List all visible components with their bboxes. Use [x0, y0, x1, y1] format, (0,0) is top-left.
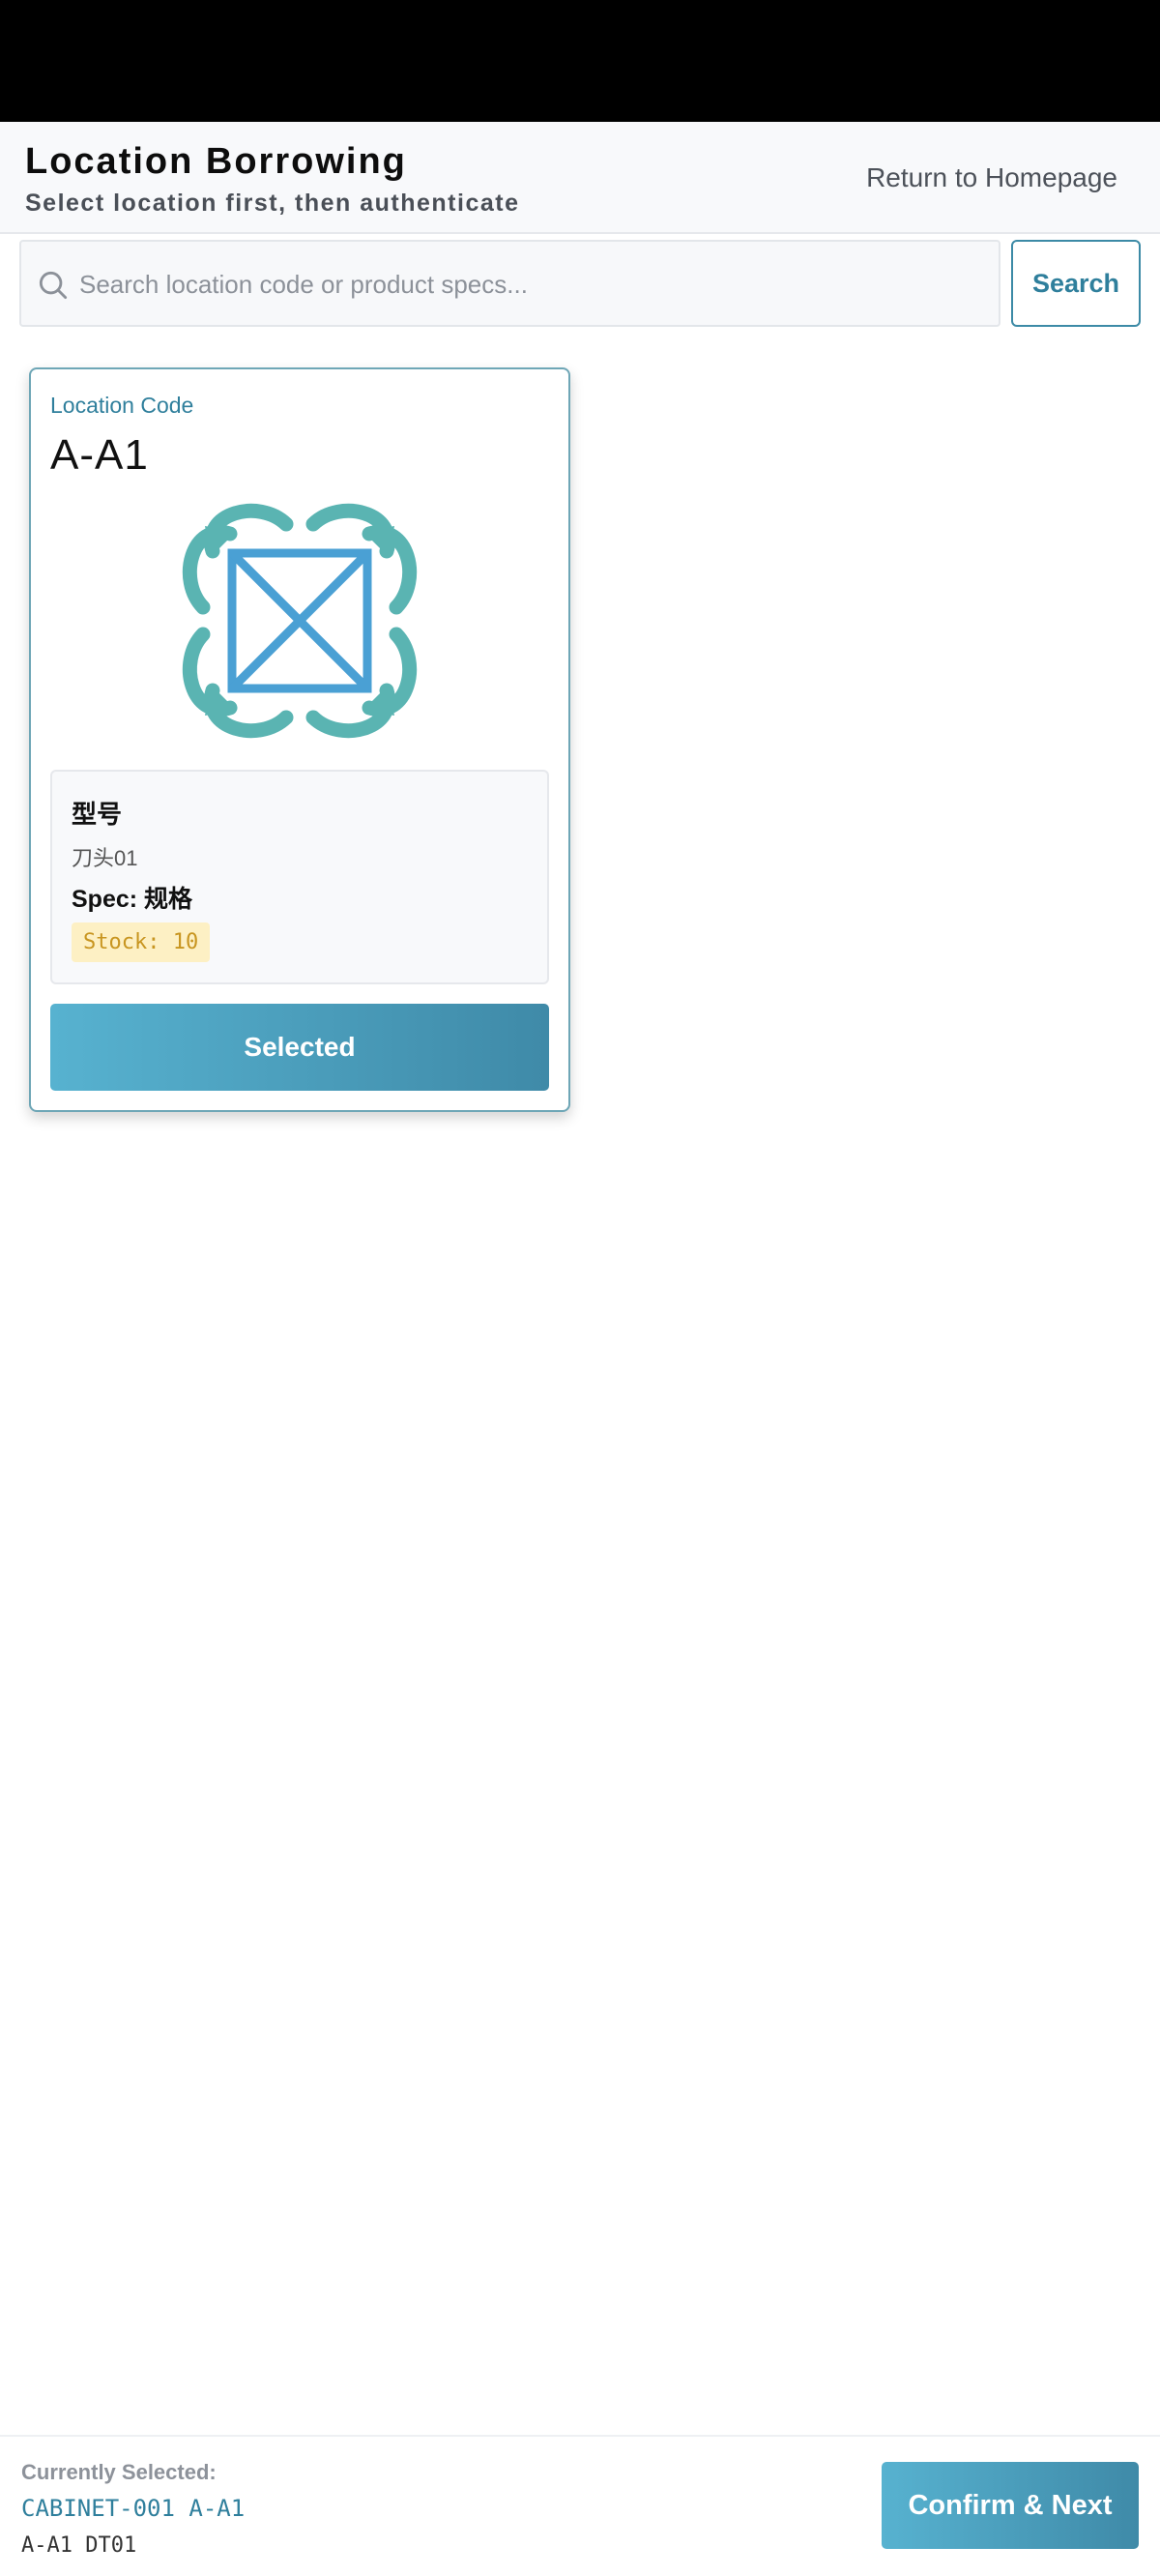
- model-title: 型号: [72, 800, 123, 829]
- page-title: Location Borrowing: [25, 141, 407, 182]
- confirm-next-button[interactable]: Confirm & Next: [882, 2462, 1139, 2549]
- search-icon: [39, 271, 68, 300]
- page-subtitle: Select location first, then authenticate: [25, 190, 520, 217]
- stock-badge: Stock: 10: [72, 922, 211, 962]
- location-code: A-A1: [50, 431, 149, 479]
- footer-bar: Currently Selected: CABINET-001 A-A1 A-A…: [0, 2435, 1160, 2576]
- selected-button[interactable]: Selected: [50, 1004, 549, 1091]
- status-bar: [0, 0, 1160, 122]
- header: Location Borrowing Select location first…: [0, 122, 1160, 234]
- search-input[interactable]: [79, 244, 988, 325]
- search-box: [19, 240, 1000, 327]
- search-button[interactable]: Search: [1011, 240, 1141, 327]
- model-code: 刀头01: [72, 846, 138, 870]
- selected-detail: A-A1 DT01: [21, 2533, 137, 2558]
- search-row: Search: [19, 240, 1141, 327]
- location-code-label: Location Code: [50, 393, 194, 418]
- product-info-panel: 型号 刀头01 Spec: 规格 Stock: 10: [50, 770, 549, 984]
- location-card[interactable]: Location Code A-A1 型号 刀头01 Spec: 规格 Stoc…: [29, 367, 570, 1112]
- spec-text: Spec: 规格: [72, 886, 193, 913]
- selected-cabinet: CABINET-001 A-A1: [21, 2495, 246, 2522]
- product-placeholder-icon: [182, 503, 418, 739]
- currently-selected-label: Currently Selected:: [21, 2460, 217, 2484]
- return-home-link[interactable]: Return to Homepage: [866, 162, 1117, 193]
